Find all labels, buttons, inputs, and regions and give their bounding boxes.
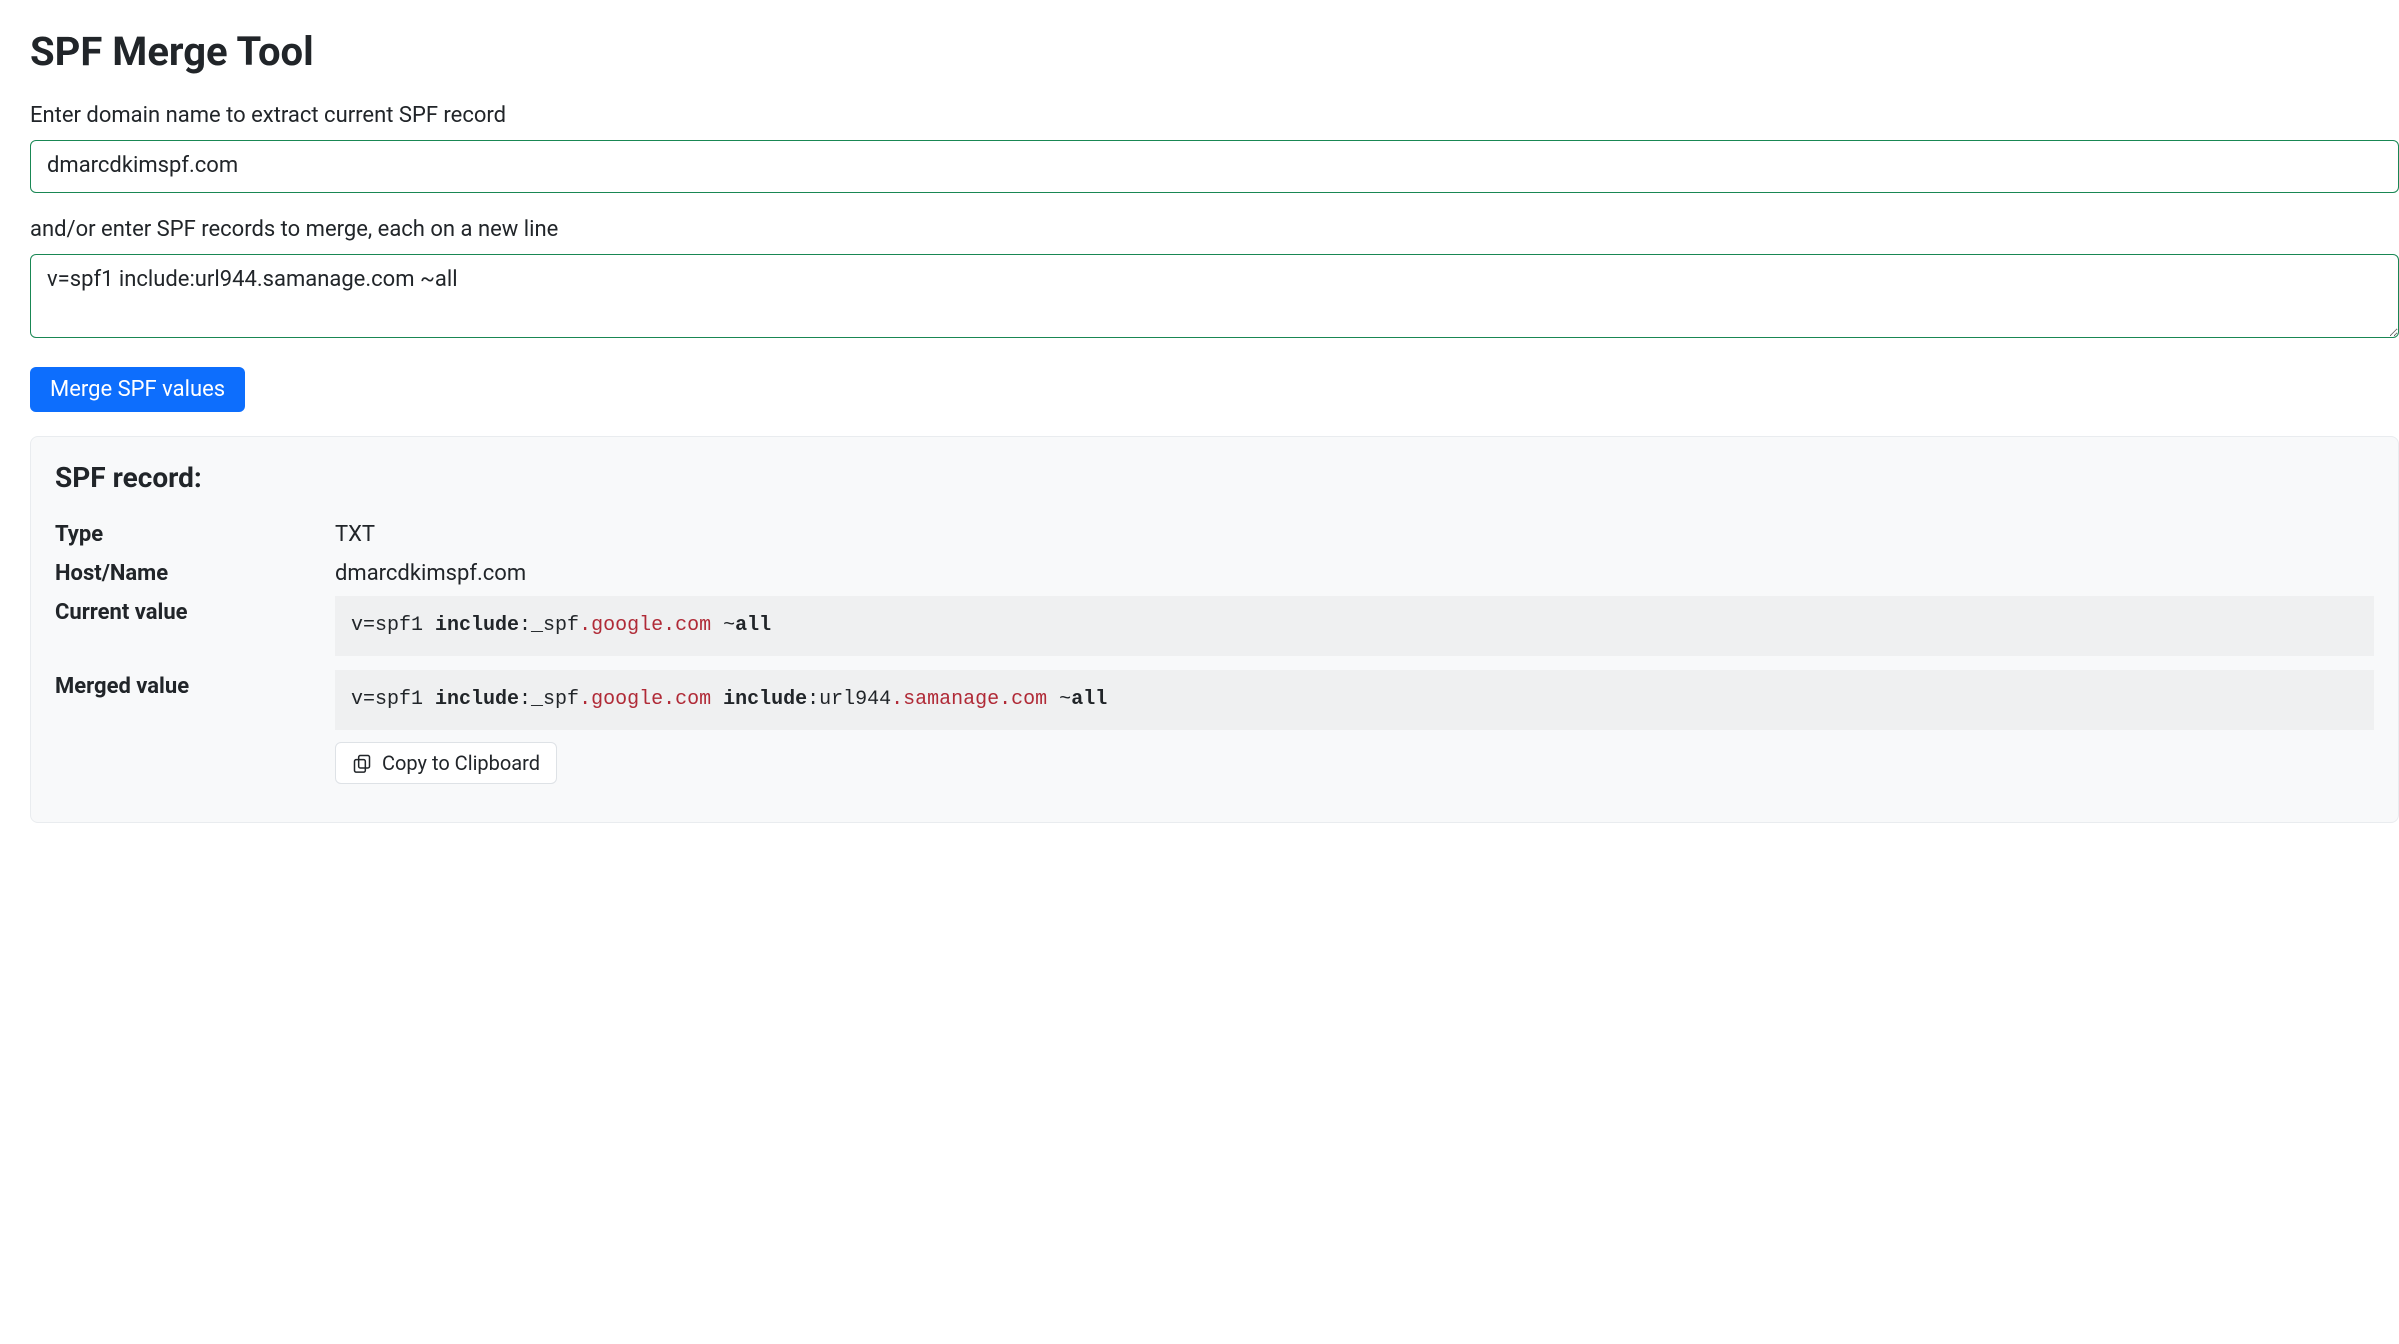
domain-input-label: Enter domain name to extract current SPF… xyxy=(30,103,2399,128)
result-host-label: Host/Name xyxy=(55,557,335,586)
clipboard-icon xyxy=(352,753,372,773)
page-title: SPF Merge Tool xyxy=(30,28,2399,75)
result-heading: SPF record: xyxy=(55,461,2374,494)
result-merged-label: Merged value xyxy=(55,670,335,699)
current-value-code: v=spf1 include:_spf.google.com ~all xyxy=(335,596,2374,656)
copy-button-label: Copy to Clipboard xyxy=(382,751,540,775)
merge-spf-button[interactable]: Merge SPF values xyxy=(30,367,245,412)
result-host-value: dmarcdkimspf.com xyxy=(335,557,2374,586)
result-type-value: TXT xyxy=(335,518,2374,547)
result-current-label: Current value xyxy=(55,596,335,625)
result-panel: SPF record: Type TXT Host/Name dmarcdkim… xyxy=(30,436,2399,823)
domain-input[interactable] xyxy=(30,140,2399,193)
spf-merge-textarea[interactable] xyxy=(30,254,2399,338)
merge-textarea-label: and/or enter SPF records to merge, each … xyxy=(30,217,2399,242)
merged-value-code: v=spf1 include:_spf.google.com include:u… xyxy=(335,670,2374,730)
result-type-label: Type xyxy=(55,518,335,547)
copy-to-clipboard-button[interactable]: Copy to Clipboard xyxy=(335,742,557,784)
